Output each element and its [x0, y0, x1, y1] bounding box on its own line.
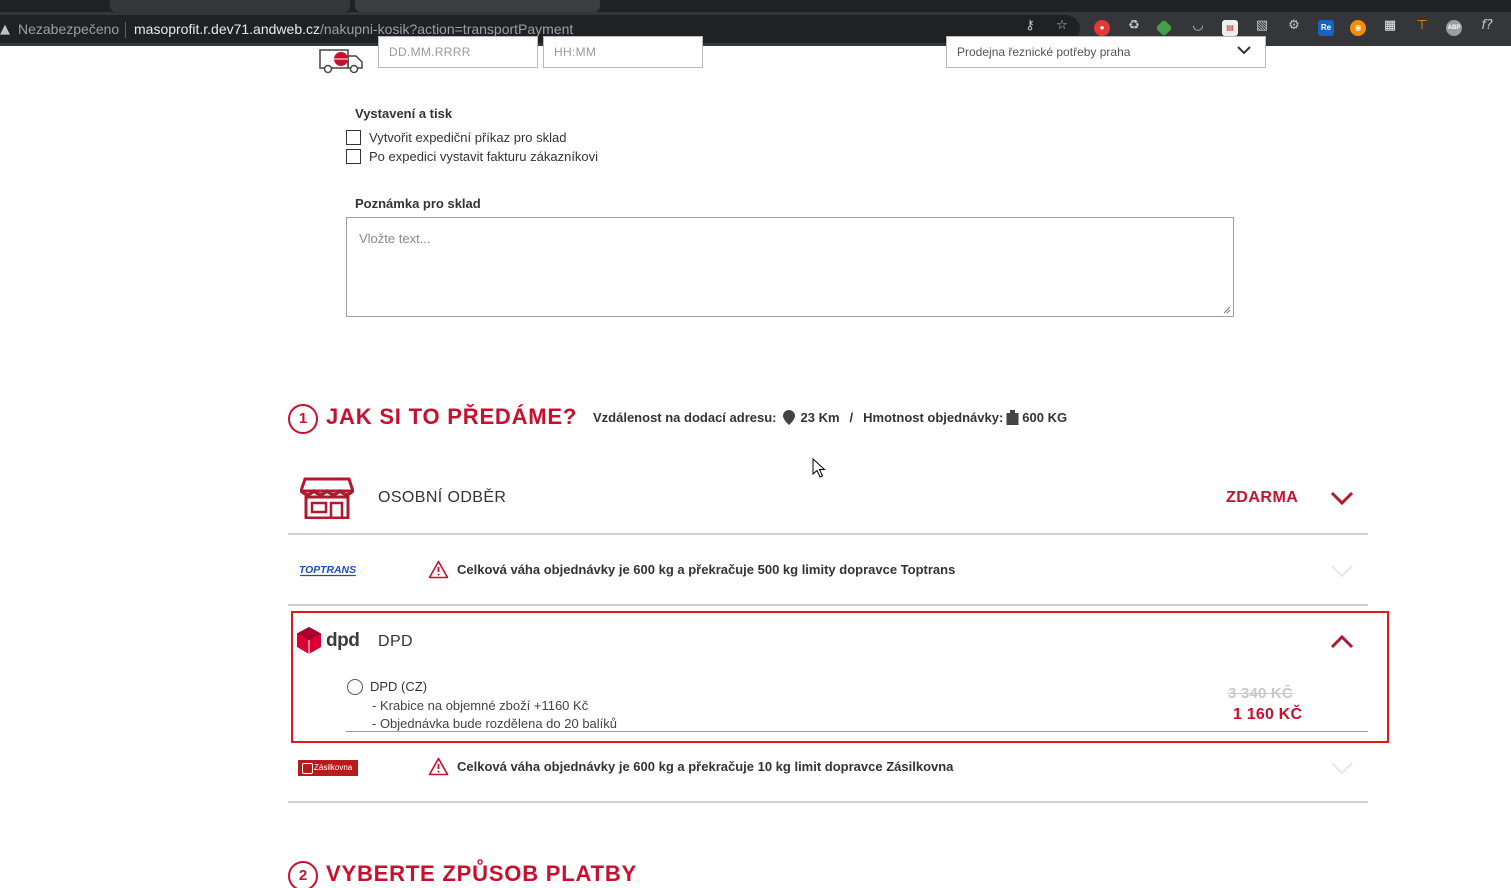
bookmark-star-icon[interactable]: ☆ [1053, 17, 1071, 35]
weight-icon [1006, 410, 1019, 425]
note-section-heading: Poznámka pro sklad [355, 196, 481, 211]
image-icon[interactable]: ▧ [1253, 17, 1271, 35]
warning-triangle-icon [428, 757, 449, 776]
toptrans-warning: Celková váha objednávky je 600 kg a přek… [428, 560, 955, 579]
dpd-highlight-frame [291, 611, 1389, 743]
zasilkovna-warning-text: Celková váha objednávky je 600 kg a přek… [457, 759, 954, 774]
weight-label: Hmotnost objednávky: [863, 410, 1004, 425]
mouse-cursor-icon [812, 458, 826, 478]
extension-re-icon[interactable]: Re [1318, 20, 1334, 36]
note-placeholder: Vložte text... [359, 231, 431, 246]
address-bar[interactable]: ▲ Nezabezpečeno masoprofit.r.dev71.andwe… [0, 15, 1080, 43]
payment-section-title: VYBERTE ZPŮSOB PLATBY [326, 861, 637, 886]
key-icon[interactable]: ⚷ [1021, 17, 1039, 35]
store-select-value: Prodejna řeznické potřeby praha [957, 45, 1131, 59]
toptrans-logo: TOPTRANS [299, 564, 356, 577]
browser-tab[interactable] [110, 0, 350, 12]
adblock-icon[interactable]: ABP [1446, 20, 1462, 36]
security-label[interactable]: Nezabezpečeno [18, 21, 119, 37]
print-section-heading: Vystavení a tisk [355, 106, 453, 121]
address-divider [125, 22, 126, 38]
zasilkovna-warning: Celková váha objednávky je 600 kg a přek… [428, 757, 953, 776]
pickup-time-input[interactable]: HH:MM [543, 36, 703, 68]
time-placeholder: HH:MM [554, 45, 597, 59]
toptrans-warning-text: Celková váha objednávky je 600 kg a přek… [457, 562, 956, 577]
pickup-date-input[interactable]: DD.MM.RRRR [378, 36, 538, 68]
divider [288, 801, 1368, 803]
browser-tab-strip [0, 0, 1511, 12]
delivery-meta: Vzdálenost na dodací adresu: 23 Km / Hmo… [593, 410, 1067, 425]
invoice-checkbox[interactable] [346, 148, 361, 164]
expedition-order-label[interactable]: Vytvořit expediční příkaz pro sklad [369, 130, 567, 145]
expedition-order-checkbox[interactable] [346, 129, 361, 145]
table-icon[interactable]: ▦ [1381, 17, 1399, 35]
resize-handle-icon[interactable] [1222, 305, 1231, 314]
step-number-badge: 1 [288, 404, 318, 434]
zasilkovna-logo: Zásilkovna [298, 760, 358, 776]
invoice-label[interactable]: Po expedici vystavit fakturu zákazníkovi [369, 149, 598, 164]
divider [288, 604, 1368, 606]
warehouse-note-textarea[interactable]: Vložte text... [346, 217, 1234, 317]
warning-triangle-icon [428, 560, 449, 579]
url-host: masoprofit.r.dev71.andweb.cz [134, 21, 320, 37]
distance-label: Vzdálenost na dodací adresu: [593, 410, 777, 425]
pocket-icon[interactable]: ◡ [1189, 17, 1207, 35]
chevron-down-icon[interactable] [1330, 490, 1354, 506]
date-placeholder: DD.MM.RRRR [389, 45, 471, 59]
gear-icon[interactable]: ⚙ [1285, 17, 1303, 35]
extension-red-icon[interactable]: ● [1094, 20, 1110, 36]
browser-tab-active[interactable] [355, 0, 600, 12]
extension-orange-icon[interactable]: ◉ [1350, 20, 1366, 36]
warning-icon: ▲ [0, 22, 10, 37]
store-select[interactable]: Prodejna řeznické potřeby praha [946, 36, 1266, 68]
pickup-price: ZDARMA [1226, 489, 1299, 506]
extension-doc-icon[interactable]: ▤ [1222, 20, 1238, 36]
url-text[interactable]: masoprofit.r.dev71.andweb.cz/nakupni-kos… [134, 21, 573, 37]
store-icon [300, 477, 354, 519]
svg-text:TOPTRANS: TOPTRANS [299, 564, 356, 576]
expedition-order-option[interactable]: Vytvořit expediční příkaz pro sklad [346, 129, 567, 145]
chevron-down-icon [1331, 565, 1353, 578]
divider [288, 533, 1368, 535]
distance-value: 23 Km [800, 410, 840, 425]
location-pin-icon [782, 410, 795, 425]
recycle-icon[interactable]: ♻ [1125, 17, 1143, 35]
meta-separator: / [849, 410, 854, 425]
delivery-section-title: JAK SI TO PŘEDÁME? [326, 404, 578, 429]
chevron-down-icon [1237, 46, 1251, 55]
pick-icon[interactable]: ⊤ [1413, 17, 1431, 35]
pickup-method-title[interactable]: OSOBNÍ ODBĚR [378, 489, 506, 507]
truck-icon [319, 49, 363, 74]
formula-icon[interactable]: f? [1478, 17, 1496, 35]
chevron-down-icon [1331, 762, 1353, 775]
invoice-option[interactable]: Po expedici vystavit fakturu zákazníkovi [346, 148, 598, 164]
url-path: /nakupni-kosik?action=transportPayment [320, 21, 574, 37]
step-number-badge: 2 [288, 861, 318, 888]
weight-value: 600 KG [1022, 410, 1068, 425]
